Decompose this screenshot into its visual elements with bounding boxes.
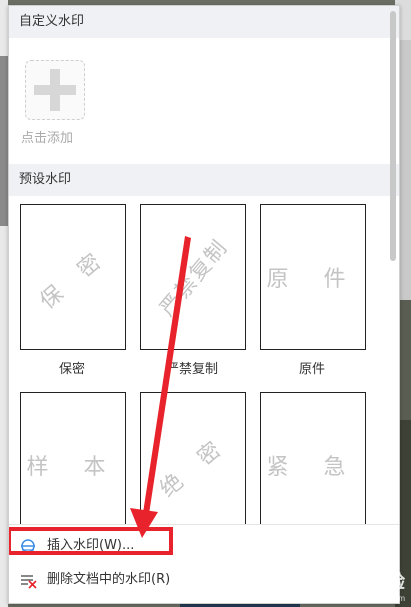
preset-watermark-grid: 保 密 保密 严禁复制 严禁复制 原 件 原件 样 本 绝 密 紧 急 [9,196,399,576]
watermark-preview-text: 原 件 [266,267,360,292]
site-watermark-name: Bai度经验 [322,572,405,592]
site-watermark-url: jingyan.baidu.com [340,594,405,603]
preset-label: 严禁复制 [165,362,218,377]
add-watermark-label: 点击添加 [21,131,74,146]
preset-card-jinji[interactable]: 紧 急 [260,392,366,538]
preset-label: 原件 [298,362,325,377]
remove-watermark-label: 删除文档中的水印(R) [47,572,171,587]
plus-icon-vertical [50,69,60,111]
background-left [0,0,8,607]
watermark-preview-text: 样 本 [26,455,120,480]
site-watermark-logo: Bai度经验 jingyan.baidu.com [323,568,405,603]
preset-card-yuanjian[interactable]: 原 件 [260,204,366,350]
add-watermark-button[interactable] [25,60,85,120]
preset-label: 保密 [58,362,85,377]
preset-card-baomi[interactable]: 保 密 [20,204,126,350]
custom-watermark-area: 点击添加 [9,38,399,164]
custom-watermark-header: 自定义水印 [9,6,399,38]
preset-card-juemi[interactable]: 绝 密 [140,392,246,538]
annotation-highlight [9,527,173,555]
scrollbar-thumb[interactable] [390,11,396,261]
watermark-panel: 自定义水印 点击添加 预设水印 保 密 保密 严禁复制 严禁复制 原 件 原件 … [8,5,400,604]
remove-watermark-icon [21,575,37,589]
watermark-preview-text: 紧 急 [266,455,360,480]
preset-card-yangben[interactable]: 样 本 [20,392,126,538]
preset-card-yanjinfuzhi[interactable]: 严禁复制 [140,204,246,350]
watermark-preview-text: 严禁复制 [155,234,233,321]
background-image [0,56,8,226]
insert-watermark-menu-item[interactable]: 插入水印(W)... [9,527,399,561]
